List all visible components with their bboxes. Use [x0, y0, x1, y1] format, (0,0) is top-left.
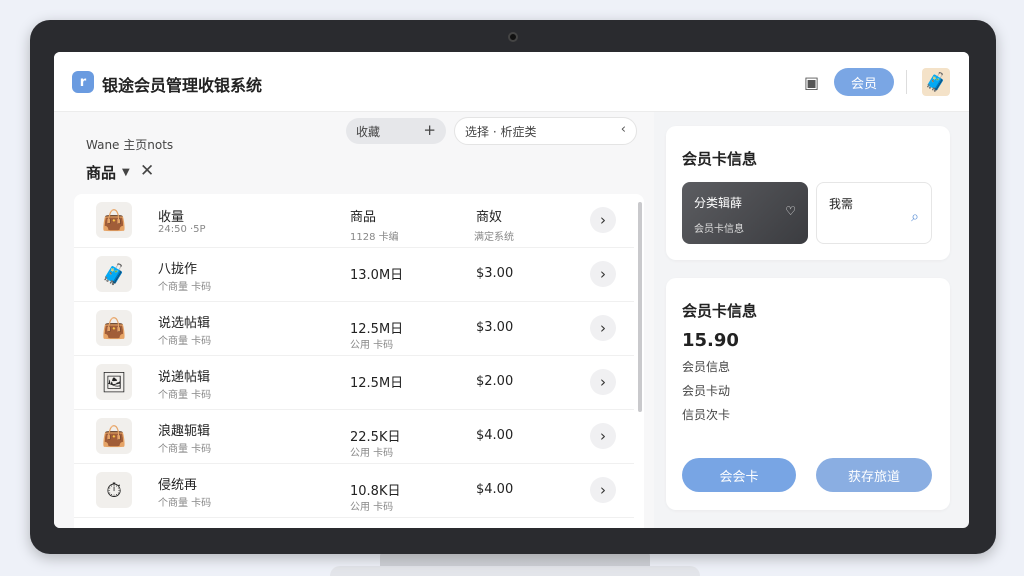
- product-name: 八拢作: [158, 262, 198, 277]
- category-label: 商品: [86, 164, 117, 182]
- column-three: 商奴: [476, 210, 503, 225]
- search-value: 选择 · 析症类: [465, 124, 537, 139]
- balance-amount: 15.90: [682, 330, 739, 351]
- product-name: 侵统再: [158, 478, 198, 493]
- member-card-title: 会员卡信息: [682, 150, 758, 168]
- app-logo-icon: r: [72, 71, 94, 93]
- header-divider: [906, 70, 907, 94]
- table-row[interactable]: 👜 浪趣轭辑 个商量 卡码 22.5K日 公用 卡码 $4.00 ›: [74, 410, 634, 464]
- member-card-panel: 会员卡信息 分类辑薛 会员卡信息 ♡ 我需 ⌕: [666, 126, 950, 260]
- member-card-selected[interactable]: 分类辑薛 会员卡信息 ♡: [682, 182, 808, 244]
- save-button[interactable]: 获存旅道: [816, 458, 932, 492]
- column-two: 商品: [350, 210, 377, 225]
- search-input[interactable]: 选择 · 析症类 ‹: [454, 117, 637, 145]
- scrollbar[interactable]: [638, 202, 642, 412]
- table-row[interactable]: ⏱ 侵统再 个商量 卡码 10.8K日 公用 卡码 $4.00 ›: [74, 464, 634, 518]
- member-info-panel: 会员卡信息 15.90 会员信息 会员卡动 信员次卡 会会卡 获存旅道: [666, 278, 950, 510]
- product-name: 说选帖辑: [158, 316, 211, 331]
- product-meta: 个商量 卡码: [158, 444, 212, 455]
- column-two: 13.0M日: [350, 268, 404, 283]
- column-three: $3.00: [476, 320, 514, 335]
- member-card-button[interactable]: 会会卡: [682, 458, 796, 492]
- column-two-sub: 公用 卡码: [350, 502, 394, 513]
- chevron-right-icon[interactable]: ›: [590, 423, 616, 449]
- info-line: 信员次卡: [682, 408, 731, 422]
- product-meta: 个商量 卡码: [158, 498, 212, 509]
- chevron-right-icon[interactable]: ›: [590, 315, 616, 341]
- product-list: 👜 收量 24:50 ·5P 商品 1128 卡编 商奴 满定系统 › 🧳 八拢…: [74, 194, 644, 528]
- product-name: 浪趣轭辑: [158, 424, 211, 439]
- product-thumbnail: 🖼: [96, 364, 132, 400]
- chevron-right-icon[interactable]: ›: [590, 369, 616, 395]
- product-meta: 个商量 卡码: [158, 336, 212, 347]
- filter-chip[interactable]: 收藏 +: [346, 118, 446, 144]
- category-select[interactable]: 商品 ▼: [86, 162, 130, 183]
- product-name: 说递帖辑: [158, 370, 211, 385]
- product-meta: 个商量 卡码: [158, 282, 212, 293]
- column-three: $3.00: [476, 266, 514, 281]
- chevron-right-icon[interactable]: ›: [590, 261, 616, 287]
- chevron-right-icon[interactable]: ›: [590, 207, 616, 233]
- table-row[interactable]: 👜 说选帖辑 个商量 卡码 12.5M日 公用 卡码 $3.00 ›: [74, 302, 634, 356]
- info-line: 会员卡动: [682, 384, 731, 398]
- column-two-sub: 1128 卡编: [350, 232, 399, 243]
- product-meta: 个商量 卡码: [158, 390, 212, 401]
- member-search-label: 我需: [829, 197, 854, 211]
- product-name: 收量: [158, 210, 185, 225]
- app-title: 银途会员管理收银系统: [102, 76, 263, 95]
- display-icon[interactable]: ▣: [804, 73, 819, 92]
- product-thumbnail: ⏱: [96, 472, 132, 508]
- filter-chip-label: 收藏: [356, 124, 381, 139]
- monitor-stand-base: [330, 566, 700, 576]
- heart-icon: ♡: [785, 204, 796, 218]
- info-line: 会员信息: [682, 360, 731, 374]
- product-thumbnail: 🧳: [96, 256, 132, 292]
- member-card-selected-title: 分类辑薛: [694, 196, 743, 210]
- member-info-title: 会员卡信息: [682, 302, 758, 320]
- member-button[interactable]: 会员: [834, 68, 894, 96]
- monitor-frame: r 银途会员管理收银系统 ▣ 会员 🧳 Wane 主页nots 商品 ▼ ✕ 收…: [30, 20, 996, 554]
- column-three: $4.00: [476, 428, 514, 443]
- member-search-card[interactable]: 我需 ⌕: [816, 182, 932, 244]
- product-meta: 24:50 ·5P: [158, 224, 206, 235]
- close-icon[interactable]: ✕: [140, 161, 154, 181]
- panel-subtitle: Wane 主页nots: [86, 138, 174, 152]
- app-header: r 银途会员管理收银系统 ▣ 会员 🧳: [54, 52, 969, 112]
- table-row[interactable]: 🧳 八拢作 个商量 卡码 13.0M日 $3.00 ›: [74, 248, 634, 302]
- column-two: 12.5M日: [350, 322, 404, 337]
- app-screen: r 银途会员管理收银系统 ▣ 会员 🧳 Wane 主页nots 商品 ▼ ✕ 收…: [54, 52, 969, 528]
- product-thumbnail: 👜: [96, 418, 132, 454]
- search-icon[interactable]: ⌕: [911, 209, 919, 225]
- column-two-sub: 公用 卡码: [350, 448, 394, 459]
- chevron-left-icon[interactable]: ‹: [621, 122, 626, 137]
- chevron-right-icon[interactable]: ›: [590, 477, 616, 503]
- camera-icon: [508, 32, 518, 42]
- column-two: 22.5K日: [350, 430, 401, 445]
- column-two-sub: 公用 卡码: [350, 340, 394, 351]
- column-three: $4.00: [476, 482, 514, 497]
- chevron-down-icon: ▼: [122, 167, 130, 178]
- product-thumbnail: 👜: [96, 310, 132, 346]
- member-card-selected-sub: 会员卡信息: [694, 224, 744, 235]
- column-two: 12.5M日: [350, 376, 404, 391]
- product-thumbnail: 👜: [96, 202, 132, 238]
- column-two: 10.8K日: [350, 484, 401, 499]
- table-row[interactable]: 👜 收量 24:50 ·5P 商品 1128 卡编 商奴 满定系统 ›: [74, 194, 634, 248]
- plus-icon[interactable]: +: [423, 121, 436, 139]
- column-three: $2.00: [476, 374, 514, 389]
- column-three-sub: 满定系统: [474, 232, 514, 243]
- avatar[interactable]: 🧳: [922, 68, 950, 96]
- table-row[interactable]: 🖼 说递帖辑 个商量 卡码 12.5M日 $2.00 ›: [74, 356, 634, 410]
